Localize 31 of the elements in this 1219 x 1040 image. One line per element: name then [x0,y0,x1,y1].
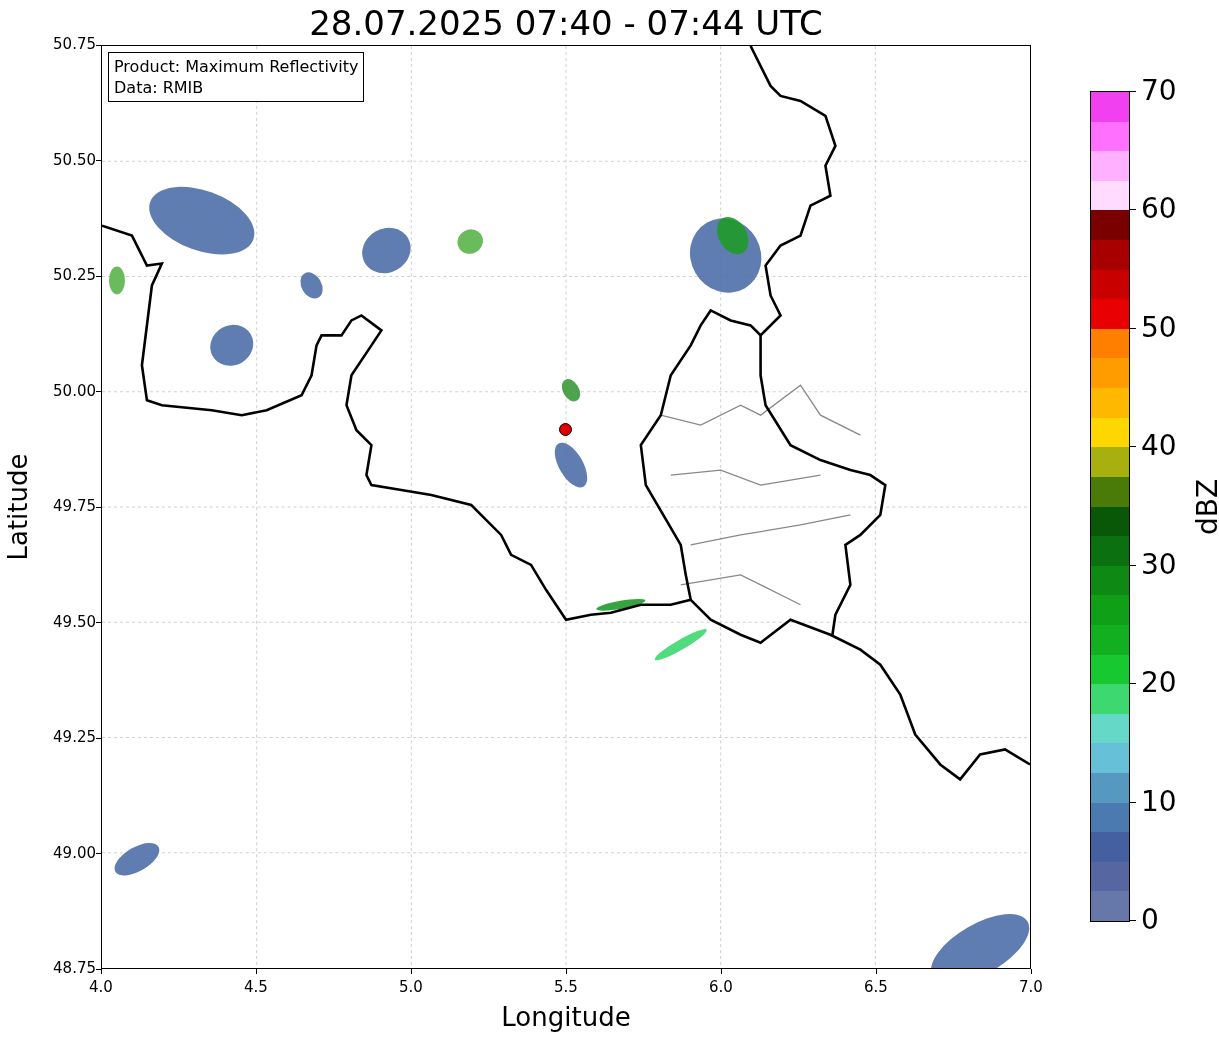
y-tick-label: 50.25 [53,268,96,283]
y-tick-label: 50.00 [53,383,96,399]
y-tick-label: 50.75 [53,37,96,52]
x-tick-label: 5.5 [554,980,578,995]
colorbar-tick-label: 30 [1141,550,1177,579]
colorbar-tick-label: 40 [1141,432,1177,461]
x-tick-label: 4.0 [89,980,113,995]
colorbar-tick-label: 0 [1141,906,1159,934]
legend-text: Data: RMIB [114,77,205,98]
x-tick-label: 7.0 [1019,980,1043,995]
x-tick-label: 6.5 [864,980,888,995]
tick-mark [1030,969,1032,974]
colorbar-tick-label: 20 [1141,669,1177,698]
y-tick-label: 49.00 [53,845,96,861]
x-tick-label: 6.0 [709,980,733,995]
colorbar-tick-label: 70 [1141,77,1177,105]
y-axis-label: Latitude [2,453,33,561]
colorbar-label: dBZ [1190,478,1219,535]
colorbar-tick-label: 10 [1141,787,1177,816]
x-tick-label: 4.5 [244,980,268,995]
chart-title: 28.07.2025 07:40 - 07:44 UTC [309,3,823,43]
x-axis-label: Longitude [501,1002,631,1032]
x-tick-label: 5.0 [399,980,423,995]
legend-text: Product: Maximum Reflectivity [114,56,359,77]
y-tick-label: 50.50 [53,152,96,168]
y-tick-label: 49.25 [53,730,96,745]
y-tick-label: 49.75 [53,499,96,514]
colorbar-tick-label: 50 [1141,313,1177,342]
y-tick-label: 49.50 [53,614,96,630]
colorbar-tick-label: 60 [1141,195,1177,224]
y-tick-label: 48.75 [53,961,96,976]
